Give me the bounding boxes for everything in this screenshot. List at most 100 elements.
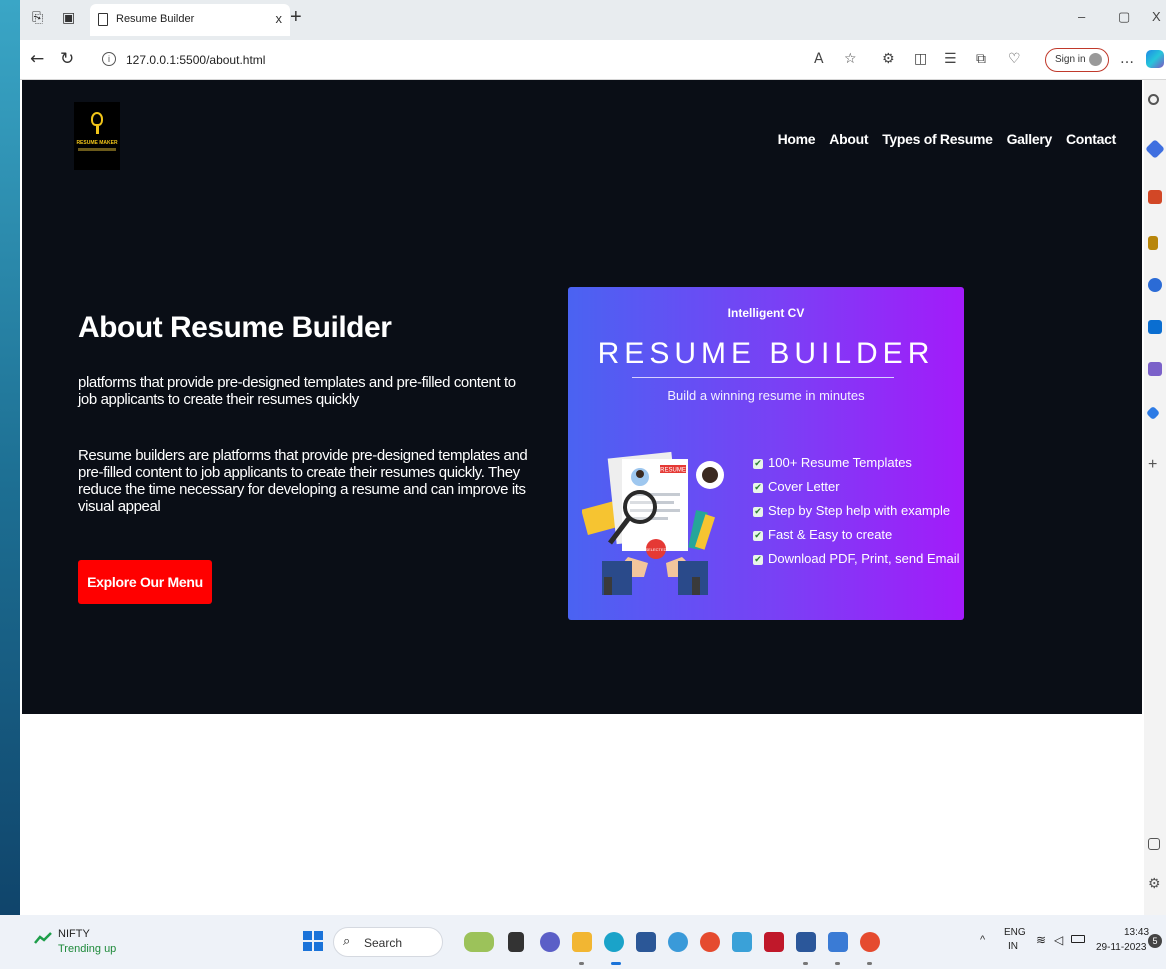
address-bar: ← ↻ i 127.0.0.1:5500/about.html A ☆ ⚙ ◫ … [20, 40, 1166, 80]
more-options-icon[interactable]: … [1120, 51, 1134, 67]
battery-icon[interactable] [1071, 935, 1085, 943]
magnifier-icon [623, 490, 657, 524]
stock-chart-icon [34, 932, 52, 944]
extensions-icon[interactable]: ⚙ [882, 51, 895, 67]
back-icon[interactable]: ← [30, 49, 44, 69]
tools-icon[interactable] [1148, 190, 1162, 204]
nav-gallery[interactable]: Gallery [1007, 131, 1053, 147]
mdp-icon[interactable] [732, 932, 752, 952]
check-icon: ✔ [753, 555, 763, 565]
sidebar-layout-icon[interactable] [1148, 838, 1160, 850]
tab-resume-builder[interactable]: Resume Builder x [90, 4, 290, 36]
nav-types-of-resume[interactable]: Types of Resume [882, 131, 993, 147]
profile-avatar-icon [1089, 53, 1102, 66]
add-icon[interactable]: + [1148, 457, 1162, 473]
page-icon [98, 13, 108, 26]
clock-time[interactable]: 13:43 [1124, 927, 1149, 938]
web-page: RESUME MAKER Home About Types of Resume … [20, 80, 1144, 915]
search-label: Search [364, 936, 403, 950]
logo-text: RESUME MAKER [76, 140, 118, 146]
chevron-up-icon[interactable]: ^ [980, 934, 985, 946]
search-icon[interactable] [1148, 94, 1159, 105]
collections-icon[interactable]: ⧉ [976, 51, 986, 67]
check-icon: ✔ [753, 459, 763, 469]
chrome-icon[interactable] [700, 932, 720, 952]
close-tab-button[interactable]: x [276, 11, 283, 26]
nav-home[interactable]: Home [778, 131, 816, 147]
edge-icon[interactable] [604, 932, 624, 952]
windows-taskbar: NIFTY Trending up ⌕ Search ^ ENG IN ≋ ◁ … [0, 915, 1166, 969]
check-icon: ✔ [753, 507, 763, 517]
banner-divider [632, 377, 894, 378]
feature-item: ✔ 100+ Resume Templates [753, 455, 912, 470]
resume-builder-banner: Intelligent CV RESUME BUILDER Build a wi… [568, 287, 964, 620]
browser-essentials-icon[interactable]: ♡ [1008, 51, 1021, 67]
store-icon[interactable] [636, 932, 656, 952]
lightbulb-icon [91, 112, 103, 126]
shopping-icon[interactable] [1145, 139, 1165, 159]
browser-window: ⎘ ▣ Resume Builder x + – ▢ X ← ↻ i 127.0… [20, 0, 1166, 915]
mcafee-icon[interactable] [764, 932, 784, 952]
edge-sidebar: + ⚙ [1144, 80, 1166, 915]
eclipse-icon[interactable] [668, 932, 688, 952]
stock-name[interactable]: NIFTY [58, 928, 90, 940]
minimize-button[interactable]: – [1078, 9, 1085, 24]
word-icon[interactable] [796, 932, 816, 952]
svg-text:SELECTED: SELECTED [645, 547, 666, 552]
tab-bar: ⎘ ▣ Resume Builder x + – ▢ X [20, 0, 1166, 40]
chat-icon[interactable] [540, 932, 560, 952]
explore-menu-button[interactable]: Explore Our Menu [78, 560, 212, 604]
close-window-button[interactable]: X [1152, 9, 1161, 24]
designer-icon[interactable] [1148, 362, 1162, 376]
region-label[interactable]: IN [1008, 941, 1018, 952]
description-paragraph: Resume builders are platforms that provi… [78, 447, 528, 515]
refresh-icon[interactable]: ↻ [60, 49, 74, 69]
url-field[interactable]: i 127.0.0.1:5500/about.html [90, 47, 810, 73]
notification-badge[interactable]: 5 [1148, 934, 1162, 948]
favorite-star-icon[interactable]: ☆ [844, 51, 857, 67]
maximize-button[interactable]: ▢ [1118, 9, 1130, 25]
favorites-icon[interactable]: ☰ [944, 51, 957, 67]
page-title: About Resume Builder [78, 311, 392, 344]
drop-icon[interactable] [1145, 405, 1161, 421]
stock-status[interactable]: Trending up [58, 943, 116, 955]
start-icon[interactable] [303, 931, 323, 951]
new-tab-button[interactable]: + [290, 6, 302, 29]
sign-in-button[interactable]: Sign in [1045, 48, 1109, 72]
chrome-profile-icon[interactable] [860, 932, 880, 952]
resume-illustration: RESUME SELECTED [582, 451, 724, 595]
tab-actions-icon[interactable]: ▣ [62, 10, 75, 26]
vscode-icon[interactable] [828, 932, 848, 952]
url-text: 127.0.0.1:5500/about.html [126, 53, 266, 67]
svg-text:RESUME: RESUME [660, 468, 686, 474]
nav-contact[interactable]: Contact [1066, 131, 1116, 147]
task-view-icon[interactable] [508, 932, 524, 952]
microsoft-365-icon[interactable] [1148, 278, 1162, 292]
nav-about[interactable]: About [829, 131, 868, 147]
taskbar-search[interactable]: ⌕ Search [333, 927, 443, 957]
sign-in-label: Sign in [1055, 54, 1086, 65]
file-explorer-icon[interactable] [572, 932, 592, 952]
language-label[interactable]: ENG [1004, 927, 1026, 938]
feature-item: ✔ Download PDF, Print, send Email [753, 551, 960, 566]
search-icon: ⌕ [343, 934, 351, 949]
volume-icon[interactable]: ◁ [1054, 933, 1063, 947]
feature-item: ✔ Cover Letter [753, 479, 840, 494]
widgets-icon[interactable] [464, 932, 494, 952]
check-icon: ✔ [753, 531, 763, 541]
banner-eyebrow: Intelligent CV [727, 306, 805, 320]
split-screen-icon[interactable]: ◫ [914, 51, 927, 67]
copilot-icon[interactable] [1146, 50, 1164, 68]
read-aloud-icon[interactable]: A [814, 51, 824, 67]
tab-title: Resume Builder [116, 13, 195, 25]
games-icon[interactable] [1148, 236, 1158, 250]
feature-item: ✔ Fast & Easy to create [753, 527, 893, 542]
site-info-icon[interactable]: i [102, 52, 116, 66]
clock-date[interactable]: 29-11-2023 [1096, 942, 1146, 953]
outlook-icon[interactable] [1148, 320, 1162, 334]
wifi-icon[interactable]: ≋ [1036, 933, 1046, 947]
settings-icon[interactable]: ⚙ [1148, 876, 1162, 890]
main-nav: Home About Types of Resume Gallery Conta… [778, 131, 1117, 147]
workspaces-icon[interactable]: ⎘ [32, 10, 43, 26]
site-logo[interactable]: RESUME MAKER [74, 102, 120, 170]
